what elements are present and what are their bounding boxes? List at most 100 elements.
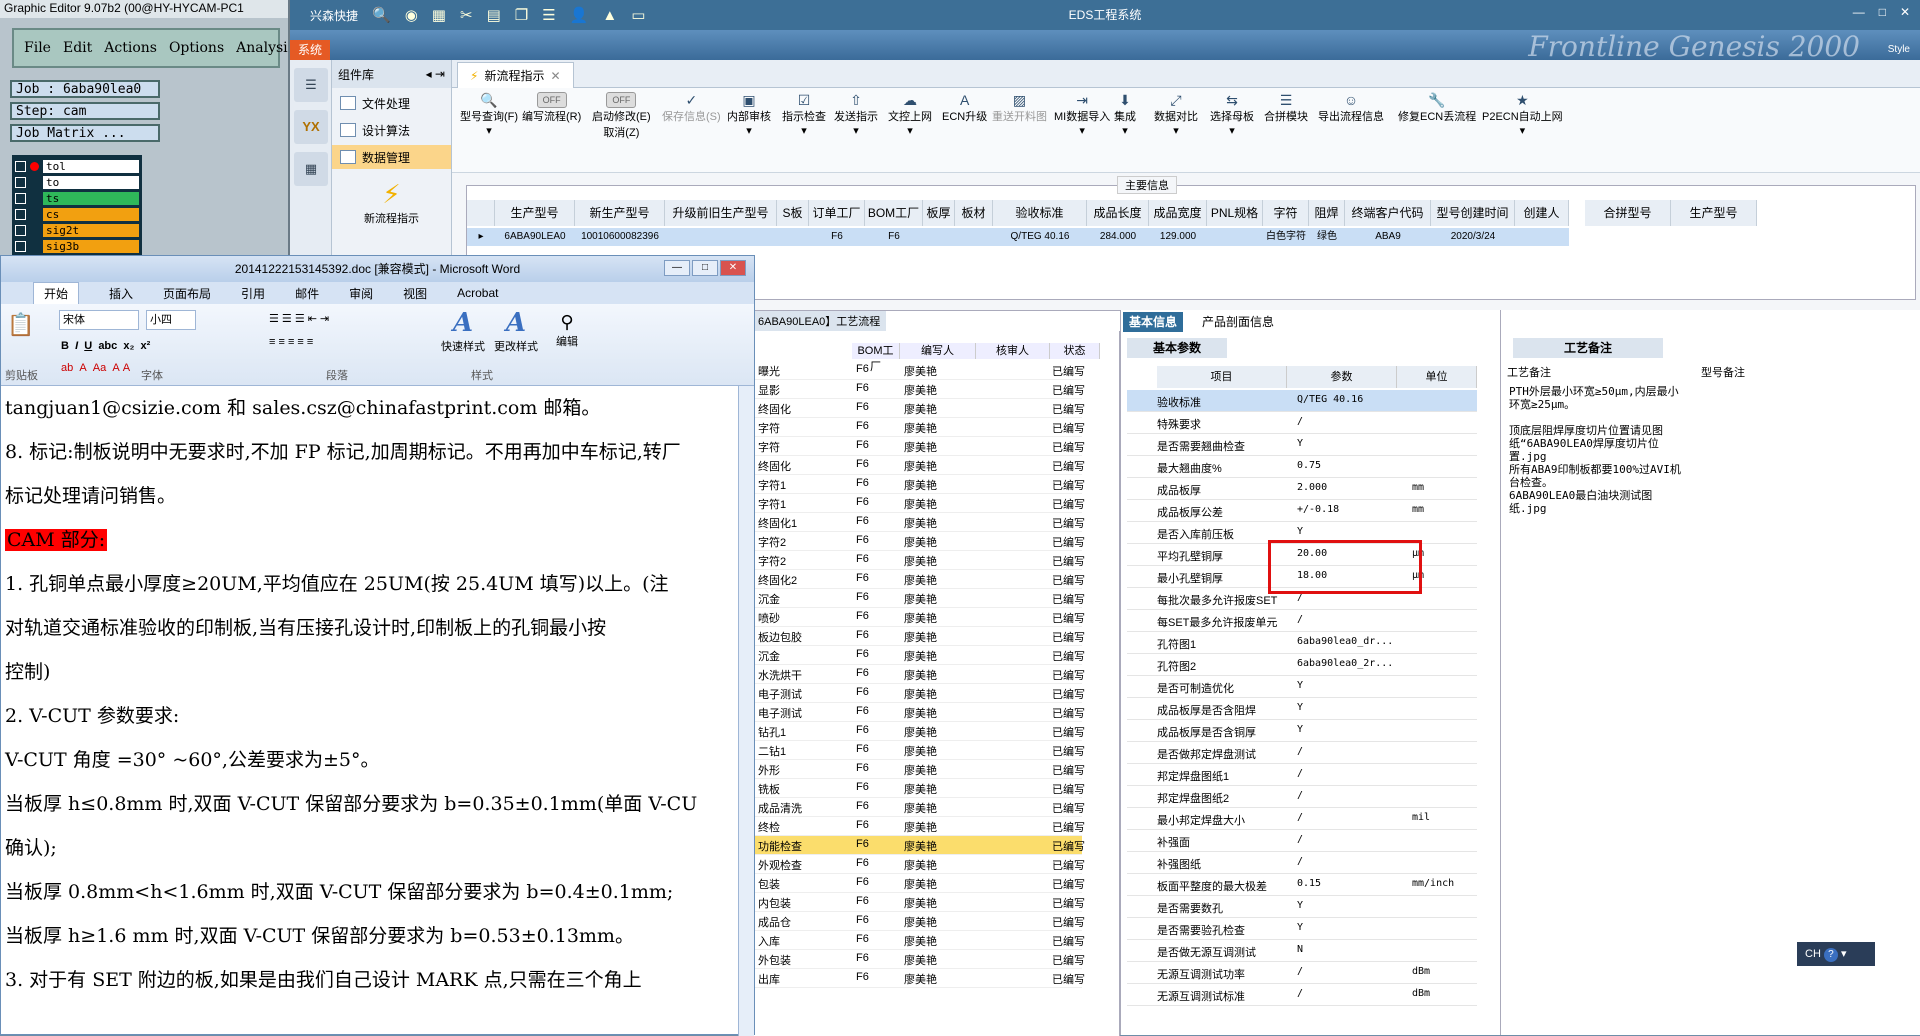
param-row[interactable]: 孔符图2 6aba90lea0_2r... xyxy=(1127,654,1477,676)
param-row[interactable]: 是否需要验孔检查 Y xyxy=(1127,918,1477,940)
param-row[interactable]: 是否需要翘曲检查 Y xyxy=(1127,434,1477,456)
ge-job-matrix-button[interactable]: Job Matrix ... xyxy=(10,124,160,142)
process-row[interactable]: 水洗烘干 F6 廖美艳 已编写 xyxy=(752,665,1085,684)
table-cell[interactable] xyxy=(1515,228,1569,246)
param-row[interactable]: 最大翘曲度% 0.75 xyxy=(1127,456,1477,478)
tab-home[interactable]: 开始 xyxy=(33,282,80,304)
tab-review[interactable]: 审阅 xyxy=(349,285,373,302)
process-row[interactable]: 终固化2 F6 廖美艳 已编写 xyxy=(752,570,1085,589)
col-header[interactable]: 参数 xyxy=(1287,366,1397,388)
comp-item-data[interactable]: 数据管理 xyxy=(332,145,451,169)
edit-flow-toggle[interactable]: OFF 编写流程(R) xyxy=(522,92,581,124)
layer-checkbox[interactable] xyxy=(15,160,26,172)
merge-module-button[interactable]: ☰ 合拼模块 xyxy=(1264,92,1308,124)
select-mother-board-button[interactable]: ⇆ 选择母板 ▾ xyxy=(1210,92,1254,137)
process-row[interactable]: 电子测试 F6 廖美艳 已编写 xyxy=(752,703,1085,722)
param-row[interactable]: 邦定焊盘图纸2 / xyxy=(1127,786,1477,808)
col-header[interactable]: 单位 xyxy=(1397,366,1477,388)
document-body[interactable]: tangjuan1@csizie.com 和 sales.csz@chinafa… xyxy=(1,386,736,1026)
process-row[interactable]: 成品清洗 F6 廖美艳 已编写 xyxy=(752,798,1085,817)
language-indicator[interactable]: CH ? ▾ xyxy=(1797,942,1875,966)
col-header[interactable]: 新生产型号 xyxy=(575,200,665,226)
repair-ecn-button[interactable]: 🔧 修复ECN丢流程 xyxy=(1398,92,1476,124)
param-row[interactable]: 是否需要数孔 Y xyxy=(1127,896,1477,918)
process-row[interactable]: 沉金 F6 廖美艳 已编写 xyxy=(752,589,1085,608)
table-cell[interactable]: Q/TEG 40.16 xyxy=(993,228,1087,246)
param-row[interactable]: 是否可制造优化 Y xyxy=(1127,676,1477,698)
comp-item-algo[interactable]: 设计算法 xyxy=(332,118,451,142)
process-row[interactable]: 电子测试 F6 廖美艳 已编写 xyxy=(752,684,1085,703)
check-instruction-button[interactable]: ☑ 指示检查 ▾ xyxy=(782,92,826,137)
font-select[interactable]: 宋体 xyxy=(59,310,139,330)
tab-mailings[interactable]: 邮件 xyxy=(295,285,319,302)
table-cell[interactable]: F6 xyxy=(865,228,923,246)
font-color-icon[interactable]: ab A Aa A A xyxy=(61,362,130,374)
table-cell[interactable]: 284.000 xyxy=(1087,228,1149,246)
table-cell[interactable] xyxy=(923,228,955,246)
col-header[interactable]: 编写人 xyxy=(900,343,976,359)
param-row[interactable]: 补强面 / xyxy=(1127,830,1477,852)
param-row[interactable]: 是否做无源互调测试 N xyxy=(1127,940,1477,962)
col-header[interactable]: PNL规格 xyxy=(1207,200,1263,226)
resend-cut-button[interactable]: ▨ 重送开料图 xyxy=(992,92,1047,124)
mi-import-button[interactable]: ⇥ MI数据导入 ▾ xyxy=(1054,92,1110,137)
col-header[interactable]: 成品长度 xyxy=(1087,200,1149,226)
param-row[interactable]: 成品板厚是否含铜厚 Y xyxy=(1127,720,1477,742)
process-row[interactable]: 外包装 F6 廖美艳 已编写 xyxy=(752,950,1085,969)
col-header[interactable]: 验收标准 xyxy=(993,200,1087,226)
layer-row[interactable]: sig3b xyxy=(15,238,139,254)
bold-button[interactable]: B I U abc x₂ x² xyxy=(61,340,150,352)
minimize-icon[interactable]: — xyxy=(1853,5,1865,19)
send-instruction-button[interactable]: ⇧ 发送指示 ▾ xyxy=(834,92,878,137)
table-cell[interactable]: 2020/3/24 xyxy=(1431,228,1515,246)
layer-row[interactable]: sig2t xyxy=(15,222,139,238)
process-note-text[interactable]: PTH外层最小环宽≥50μm,内层最小环宽≥25μm。 顶底层阻焊厚度切片位置请… xyxy=(1509,385,1689,515)
ge-menu-analysis[interactable]: Analysi xyxy=(236,40,288,56)
process-row[interactable]: 外观检查 F6 廖美艳 已编写 xyxy=(752,855,1085,874)
maximize-icon[interactable]: □ xyxy=(1879,5,1886,19)
param-row[interactable]: 无源互调测试功率 / dBm xyxy=(1127,962,1477,984)
process-row[interactable]: 曝光 F6 廖美艳 已编写 xyxy=(752,361,1085,380)
process-row[interactable]: 显影 F6 廖美艳 已编写 xyxy=(752,380,1085,399)
process-row[interactable]: 入库 F6 廖美艳 已编写 xyxy=(752,931,1085,950)
param-row[interactable]: 每SET最多允许报废单元 / xyxy=(1127,610,1477,632)
param-row[interactable]: 无源互调测试标准 / dBm xyxy=(1127,984,1477,1006)
col-header[interactable]: 阻焊 xyxy=(1309,200,1345,226)
layer-checkbox[interactable] xyxy=(15,176,26,188)
tab-acrobat[interactable]: Acrobat xyxy=(457,286,498,300)
col-header[interactable]: 生产型号 xyxy=(1671,200,1757,226)
yx-icon[interactable]: YX xyxy=(294,110,328,144)
col-header[interactable]: 订单工厂 xyxy=(809,200,865,226)
process-row[interactable]: 二钻1 F6 廖美艳 已编写 xyxy=(752,741,1085,760)
calculator-icon[interactable]: ▦ xyxy=(294,152,328,186)
process-row[interactable]: 钻孔1 F6 廖美艳 已编写 xyxy=(752,722,1085,741)
system-button[interactable]: 系统 xyxy=(290,40,330,60)
col-header[interactable]: 字符 xyxy=(1263,200,1309,226)
quick-style-button[interactable]: A 快速样式 xyxy=(441,308,485,354)
table-cell[interactable]: 6ABA90LEA0 xyxy=(495,228,575,246)
process-row[interactable]: 终固化 F6 廖美艳 已编写 xyxy=(752,456,1085,475)
tab-insert[interactable]: 插入 xyxy=(109,285,133,302)
process-row[interactable]: 终检 F6 廖美艳 已编写 xyxy=(752,817,1085,836)
col-header[interactable]: 板厚 xyxy=(923,200,955,226)
table-cell[interactable] xyxy=(955,228,993,246)
process-row[interactable]: 字符1 F6 廖美艳 已编写 xyxy=(752,475,1085,494)
param-row[interactable]: 是否做邦定焊盘测试 / xyxy=(1127,742,1477,764)
table-cell[interactable]: 绿色 xyxy=(1309,228,1345,246)
col-header[interactable]: 终端客户代码 xyxy=(1345,200,1431,226)
process-row[interactable]: 铣板 F6 廖美艳 已编写 xyxy=(752,779,1085,798)
panel-arrows-icon[interactable]: ◂ ⇥ xyxy=(426,67,445,81)
style-menu[interactable]: Style xyxy=(1888,44,1910,55)
process-row[interactable]: 外形 F6 廖美艳 已编写 xyxy=(752,760,1085,779)
save-info-button[interactable]: ✓ 保存信息(S) xyxy=(662,92,721,124)
process-row[interactable]: 出库 F6 廖美艳 已编写 xyxy=(752,969,1085,988)
ecn-upgrade-button[interactable]: A ECN升级 xyxy=(942,92,987,124)
start-mod-toggle[interactable]: OFF 启动修改(E) 取消(Z) xyxy=(592,92,651,140)
col-header[interactable]: 板材 xyxy=(955,200,993,226)
col-header[interactable]: 核审人 xyxy=(976,343,1050,359)
process-row[interactable]: 板边包胶 F6 廖美艳 已编写 xyxy=(752,627,1085,646)
minimize-icon[interactable]: — xyxy=(664,260,690,276)
doc-online-button[interactable]: ☁ 文控上网 ▾ xyxy=(888,92,932,137)
tab-new-flow[interactable]: ⚡ 新流程指示 ✕ xyxy=(457,62,574,88)
col-header[interactable]: 创建人 xyxy=(1515,200,1569,226)
